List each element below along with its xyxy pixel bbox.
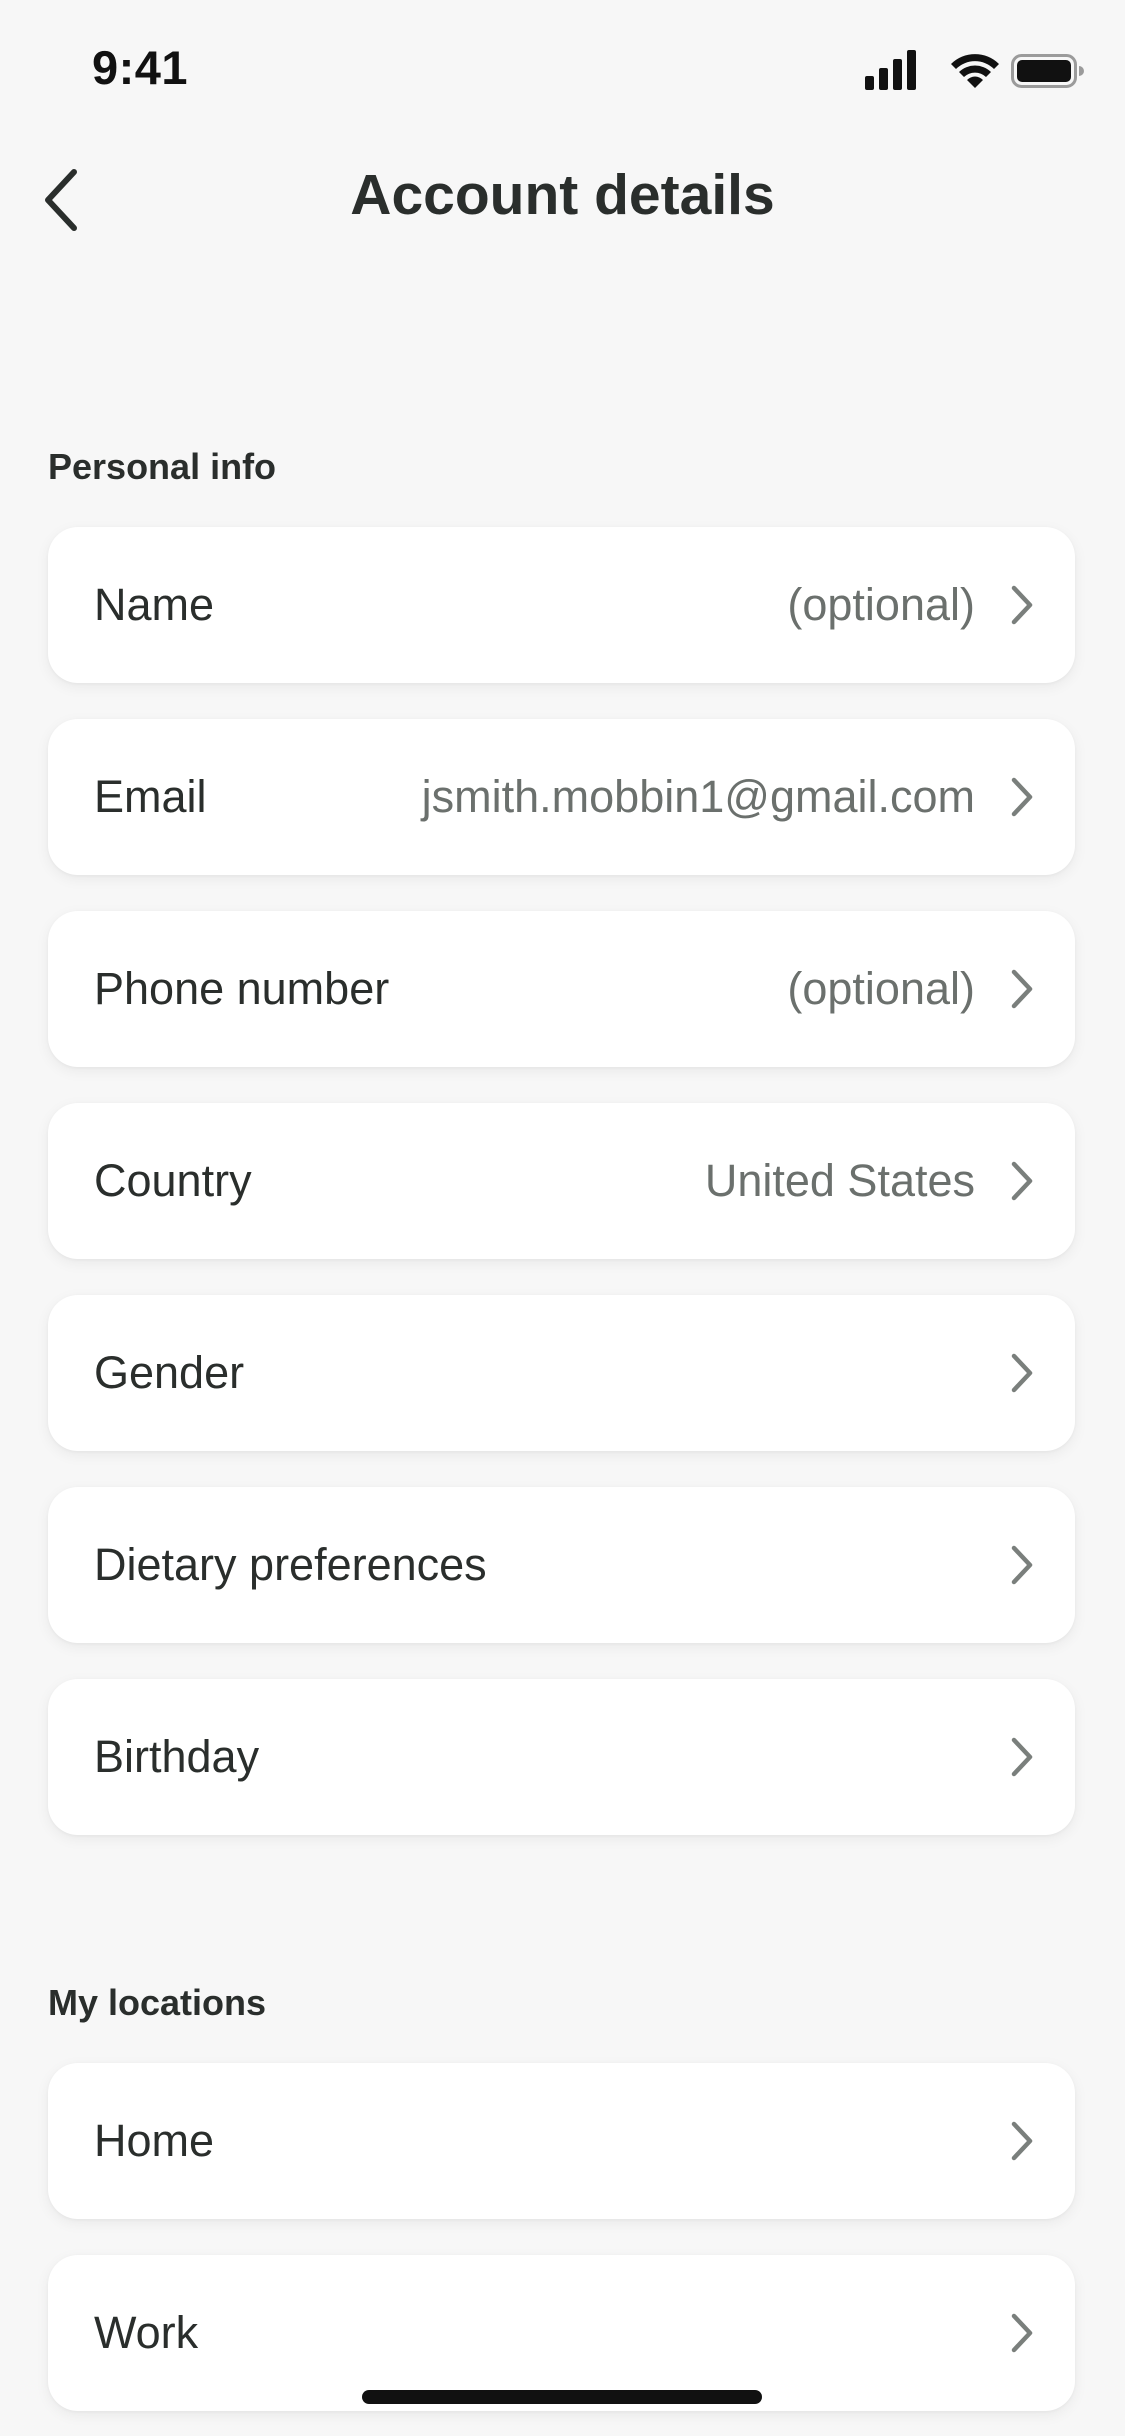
- row-email[interactable]: Email jsmith.mobbin1@gmail.com: [48, 719, 1075, 875]
- chevron-right-icon: [1011, 1353, 1033, 1393]
- row-country[interactable]: Country United States: [48, 1103, 1075, 1259]
- chevron-right-icon: [1011, 1161, 1033, 1201]
- section-title-my-locations: My locations: [48, 1982, 267, 2023]
- navigation-bar: Account details: [0, 140, 1125, 260]
- wifi-icon: [951, 54, 999, 88]
- row-label: Dietary preferences: [94, 1539, 487, 1590]
- status-bar: 9:41: [0, 0, 1125, 132]
- row-label: Work: [94, 2307, 199, 2358]
- cellular-signal-icon: [865, 50, 916, 90]
- row-work[interactable]: Work: [48, 2255, 1075, 2411]
- row-dietary-preferences[interactable]: Dietary preferences: [48, 1487, 1075, 1643]
- row-gender[interactable]: Gender: [48, 1295, 1075, 1451]
- home-indicator[interactable]: [362, 2390, 762, 2404]
- row-label: Name: [94, 579, 215, 630]
- chevron-right-icon: [1011, 2121, 1033, 2161]
- row-value: jsmith.mobbin1@gmail.com: [421, 771, 975, 822]
- battery-icon: [1011, 54, 1084, 88]
- row-value: United States: [704, 1155, 975, 1206]
- row-birthday[interactable]: Birthday: [48, 1679, 1075, 1835]
- row-home[interactable]: Home: [48, 2063, 1075, 2219]
- section-title-personal-info: Personal info: [48, 446, 277, 487]
- row-value: (optional): [787, 579, 975, 630]
- row-value: (optional): [787, 963, 975, 1014]
- chevron-right-icon: [1011, 585, 1033, 625]
- status-icons: [865, 50, 1084, 90]
- row-label: Email: [94, 771, 207, 822]
- chevron-right-icon: [1011, 969, 1033, 1009]
- chevron-right-icon: [1011, 777, 1033, 817]
- row-label: Birthday: [94, 1731, 260, 1782]
- row-label: Phone number: [94, 963, 390, 1014]
- row-label: Gender: [94, 1347, 245, 1398]
- chevron-right-icon: [1011, 1545, 1033, 1585]
- status-time: 9:41: [92, 41, 189, 94]
- row-name[interactable]: Name (optional): [48, 527, 1075, 683]
- row-label: Home: [94, 2115, 215, 2166]
- row-label: Country: [94, 1155, 252, 1206]
- page-title: Account details: [350, 163, 775, 227]
- chevron-right-icon: [1011, 2313, 1033, 2353]
- chevron-right-icon: [1011, 1737, 1033, 1777]
- row-phone-number[interactable]: Phone number (optional): [48, 911, 1075, 1067]
